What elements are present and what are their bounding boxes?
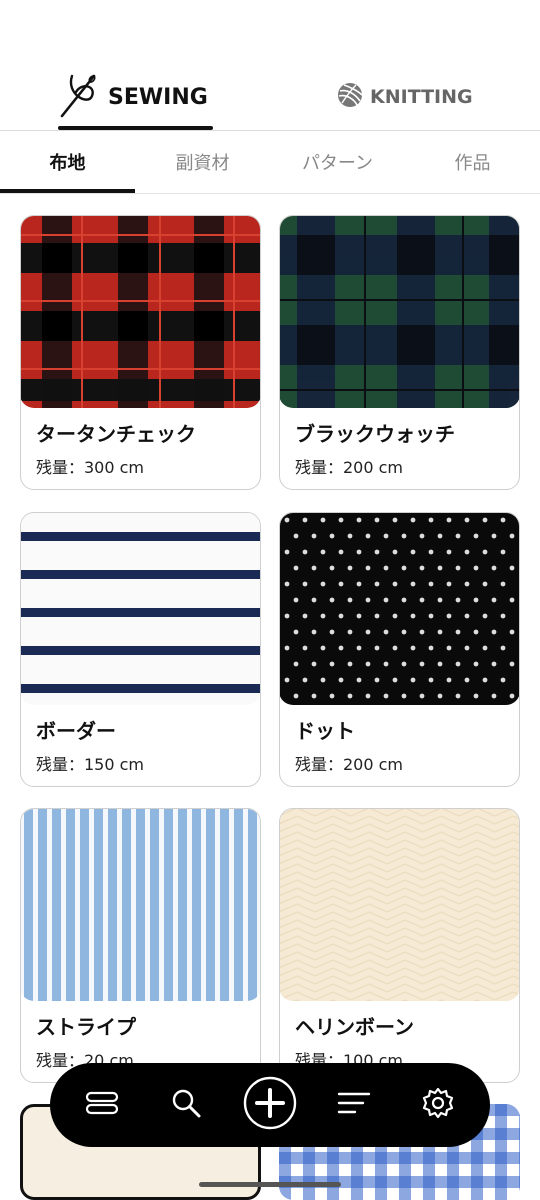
- fabric-name: ドット: [295, 719, 355, 743]
- category-tabs: 布地 副資材 パターン 作品: [0, 131, 540, 193]
- fabric-image-tartan: [21, 216, 260, 408]
- tab-fabric[interactable]: 布地: [0, 131, 135, 193]
- fabric-card[interactable]: ストライプ 残量：20 cm: [20, 808, 261, 1083]
- needle-thread-icon: [58, 72, 102, 122]
- sort-button[interactable]: [322, 1063, 386, 1147]
- fabric-card[interactable]: ブラックウォッチ 残量：200 cm: [279, 215, 520, 490]
- menu-icon: [85, 1091, 119, 1119]
- fabric-image-black-watch: [280, 216, 519, 408]
- fabric-card[interactable]: ボーダー 残量：150 cm: [20, 512, 261, 787]
- mode-tab-knitting[interactable]: KNITTING: [336, 62, 496, 132]
- sort-icon: [337, 1091, 371, 1119]
- fabric-card[interactable]: ドット 残量：200 cm: [279, 512, 520, 787]
- fabric-name: ブラックウォッチ: [295, 422, 455, 446]
- mode-tab-sewing[interactable]: SEWING: [58, 62, 213, 132]
- mode-label-knitting: KNITTING: [370, 86, 473, 108]
- fabric-remaining: 残量：300 cm: [36, 458, 145, 477]
- fabric-image-herringbone: [280, 809, 519, 1001]
- add-icon: [242, 1075, 298, 1135]
- tab-works[interactable]: 作品: [405, 131, 540, 193]
- fabric-remaining: 残量：200 cm: [295, 458, 404, 477]
- tab-notions[interactable]: 副資材: [135, 131, 270, 193]
- fabric-image-border: [21, 513, 260, 705]
- add-button[interactable]: [238, 1063, 302, 1147]
- gear-icon: [421, 1086, 455, 1124]
- fabric-name: タータンチェック: [36, 422, 196, 446]
- divider: [0, 193, 540, 194]
- fabric-remaining: 残量：150 cm: [36, 755, 145, 774]
- fabric-name: ヘリンボーン: [295, 1015, 414, 1039]
- fabric-card[interactable]: タータンチェック 残量：300 cm: [20, 215, 261, 490]
- fabric-name: ボーダー: [36, 719, 116, 743]
- bottom-nav: [50, 1063, 490, 1147]
- mode-label-sewing: SEWING: [108, 84, 208, 110]
- yarn-ball-icon: [336, 81, 364, 113]
- settings-button[interactable]: [406, 1063, 470, 1147]
- menu-button[interactable]: [70, 1063, 134, 1147]
- fabric-remaining: 残量：200 cm: [295, 755, 404, 774]
- fabric-image-dot: [280, 513, 519, 705]
- fabric-image-stripe: [21, 809, 260, 1001]
- fabric-card[interactable]: ヘリンボーン 残量：100 cm: [279, 808, 520, 1083]
- search-icon: [170, 1087, 202, 1123]
- tab-patterns[interactable]: パターン: [270, 131, 405, 193]
- search-button[interactable]: [154, 1063, 218, 1147]
- home-indicator: [199, 1182, 341, 1187]
- mode-tabs: SEWING KNITTING: [0, 62, 540, 132]
- fabric-name: ストライプ: [36, 1015, 136, 1039]
